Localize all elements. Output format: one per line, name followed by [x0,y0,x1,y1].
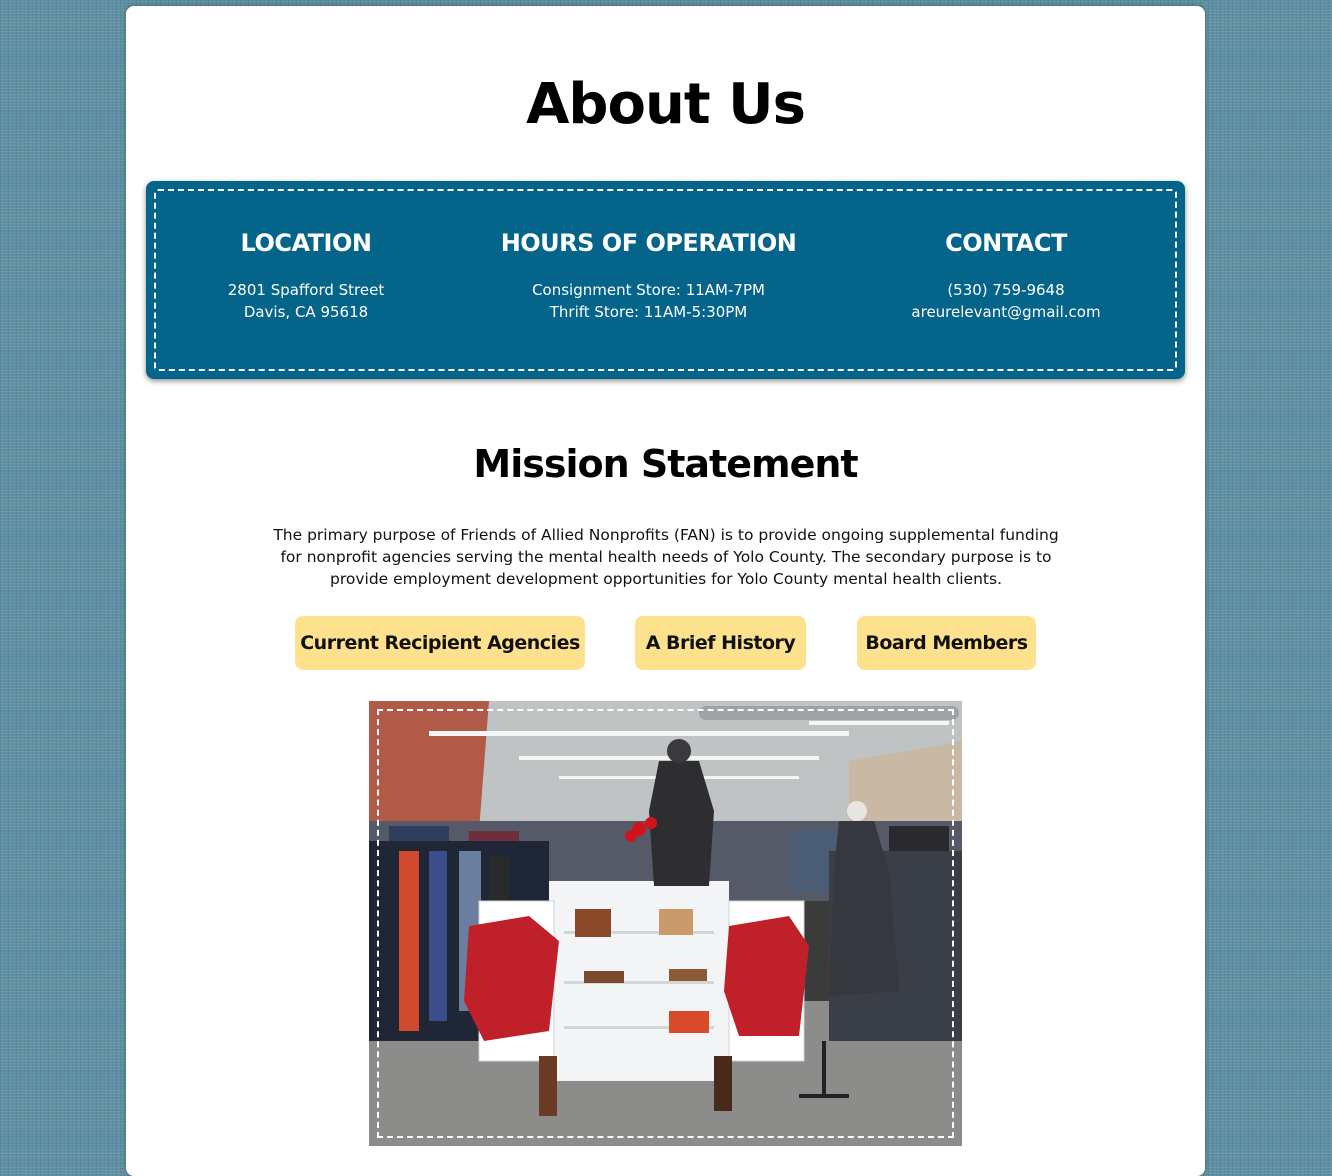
contact-email: areurelevant@gmail.com [911,303,1101,321]
mission-text: The primary purpose of Friends of Allied… [273,526,1059,588]
mission-title: Mission Statement [473,442,858,486]
hours-consignment: Consignment Store: 11AM-7PM [532,281,765,299]
brief-history-button[interactable]: A Brief History [635,616,806,670]
address-street: 2801 Spafford Street [227,281,385,299]
page-title: About Us [526,72,806,137]
hours-heading: HOURS OF OPERATION [500,229,797,257]
contact-section: CONTACT (530) 759-9648 areurelevant@gmai… [886,229,1126,323]
hours-thrift: Thrift Store: 11AM-5:30PM [549,303,748,321]
current-recipient-agencies-button[interactable]: Current Recipient Agencies [295,616,585,670]
board-members-button[interactable]: Board Members [857,616,1036,670]
contact-heading: CONTACT [945,229,1067,257]
hours-section: HOURS OF OPERATION Consignment Store: 11… [491,229,806,323]
photo-dashed-border [377,709,954,1138]
location-section: LOCATION 2801 Spafford Street Davis, CA … [206,229,406,323]
info-panel: LOCATION 2801 Spafford Street Davis, CA … [146,181,1185,379]
address-city: Davis, CA 95618 [243,303,369,321]
content-card: About Us LOCATION 2801 Spafford Street D… [126,6,1205,1176]
location-heading: LOCATION [240,229,372,257]
contact-phone: (530) 759-9648 [947,281,1065,299]
store-photo [369,701,962,1146]
